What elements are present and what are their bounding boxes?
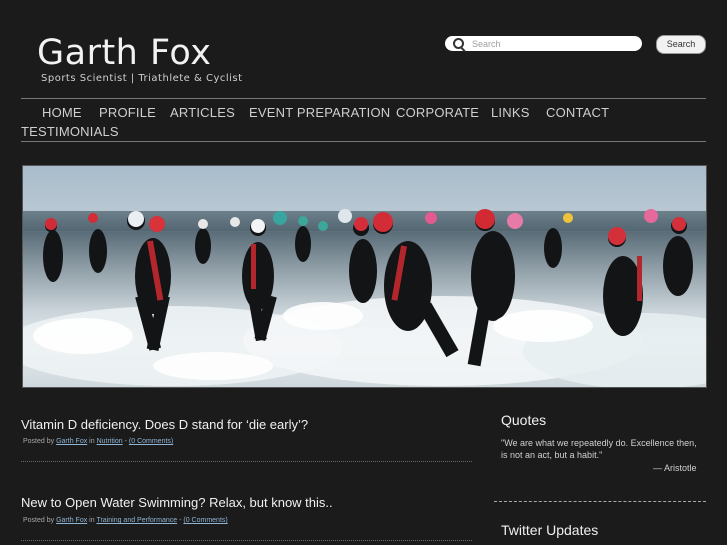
- nav-item-contact[interactable]: CONTACT: [546, 105, 609, 120]
- post-category-link[interactable]: Training and Performance: [96, 517, 177, 524]
- twitter-updates-heading: Twitter Updates: [501, 522, 599, 538]
- nav-item-profile[interactable]: PROFILE: [99, 105, 156, 120]
- triathletes-swim-start-photo: [23, 209, 706, 387]
- page: Garth Fox Sports Scientist | Triathlete …: [0, 0, 727, 545]
- hero-image: [22, 165, 707, 388]
- quote-author: — Aristotle: [653, 463, 697, 473]
- post-comments-link[interactable]: (0 Comments): [129, 438, 173, 445]
- nav-item-corporate[interactable]: CORPORATE: [396, 105, 479, 120]
- quote-text: "We are what we repeatedly do. Excellenc…: [501, 438, 697, 460]
- in-label: in: [89, 517, 95, 524]
- post-author-link[interactable]: Garth Fox: [56, 517, 87, 524]
- nav-bottom-divider: [21, 141, 706, 142]
- nav-top-divider: [21, 98, 706, 99]
- posted-by-label: Posted by: [23, 517, 55, 524]
- nav-item-event-preparation[interactable]: EVENT PREPARATION: [249, 105, 390, 120]
- nav-item-links[interactable]: LINKS: [491, 105, 530, 120]
- post-author-link[interactable]: Garth Fox: [56, 438, 87, 445]
- post-category-link[interactable]: Nutrition: [97, 438, 123, 445]
- sidebar-divider: [494, 501, 706, 502]
- search-button[interactable]: Search: [656, 35, 706, 54]
- posted-by-label: Posted by: [23, 438, 55, 445]
- site-title[interactable]: Garth Fox: [37, 33, 211, 73]
- post-divider: [21, 540, 472, 541]
- nav-item-testimonials[interactable]: TESTIMONIALS: [21, 124, 119, 139]
- in-label: in: [89, 438, 95, 445]
- meta-separator: -: [179, 517, 182, 524]
- post-title[interactable]: New to Open Water Swimming? Relax, but k…: [21, 495, 333, 510]
- search-box[interactable]: [445, 36, 642, 51]
- site-tagline: Sports Scientist | Triathlete & Cyclist: [41, 73, 243, 84]
- nav-item-articles[interactable]: ARTICLES: [170, 105, 235, 120]
- nav-item-home[interactable]: HOME: [42, 105, 82, 120]
- post-meta: Posted by Garth Fox in Nutrition - (0 Co…: [23, 438, 173, 445]
- search-icon: [453, 38, 464, 49]
- quotes-heading: Quotes: [501, 412, 547, 428]
- post-meta: Posted by Garth Fox in Training and Perf…: [23, 517, 228, 524]
- search-input[interactable]: [472, 37, 632, 50]
- post-title[interactable]: Vitamin D deficiency. Does D stand for ‘…: [21, 417, 308, 432]
- meta-separator: -: [124, 438, 127, 445]
- post-comments-link[interactable]: (0 Comments): [183, 517, 227, 524]
- post-divider: [21, 461, 472, 462]
